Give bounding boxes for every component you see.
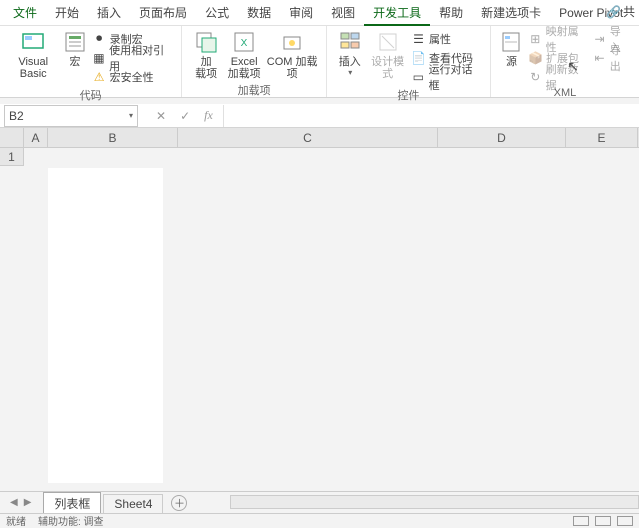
insert-function-button[interactable]: fx — [204, 108, 213, 123]
insert-control-button[interactable]: 插入 ▾ — [333, 28, 366, 77]
addins-button[interactable]: 加载项 — [188, 28, 224, 80]
view-normal-button[interactable] — [573, 516, 589, 526]
sheet-nav-prev[interactable]: ◀ — [10, 497, 18, 508]
design-mode-icon — [376, 30, 400, 54]
relative-ref-button[interactable]: ▦ 使用相对引用 — [90, 49, 176, 66]
column-headers: A B C D E — [24, 128, 639, 148]
com-addins-button[interactable]: COM 加载项 — [264, 28, 320, 80]
tab-review[interactable]: 审阅 — [280, 0, 322, 26]
col-header[interactable]: E — [566, 128, 638, 147]
xml-source-button[interactable]: 源 — [497, 28, 526, 68]
chevron-down-icon[interactable]: ▾ — [129, 111, 133, 120]
cancel-formula-button[interactable]: ✕ — [156, 109, 166, 123]
map-properties-button[interactable]: ⊞ 映射属性 — [526, 30, 590, 47]
view-pagelayout-button[interactable] — [595, 516, 611, 526]
tab-layout[interactable]: 页面布局 — [130, 0, 196, 26]
chevron-down-icon: ▾ — [348, 68, 352, 77]
row-header[interactable]: 1 — [0, 148, 24, 166]
tab-file[interactable]: 文件 — [4, 0, 46, 26]
map-properties-icon: ⊞ — [528, 31, 543, 46]
group-controls: 插入 ▾ 设计模式 ☰ 属性 📄 查看代码 ▭ — [327, 26, 491, 97]
sheet-tab-2[interactable]: Sheet4 — [103, 494, 163, 513]
visual-basic-icon — [21, 30, 45, 54]
tab-data[interactable]: 数据 — [238, 0, 280, 26]
status-bar: 就绪 辅助功能: 调查 — [0, 513, 639, 527]
row-headers: 1 — [0, 148, 24, 166]
macros-icon — [63, 30, 87, 54]
relative-ref-icon: ▦ — [92, 50, 107, 65]
properties-icon: ☰ — [411, 31, 426, 46]
tab-newtab[interactable]: 新建选项卡 — [472, 0, 550, 26]
group-label-controls: 控件 — [398, 85, 420, 105]
tab-view[interactable]: 视图 — [322, 0, 364, 26]
excel-addins-icon: X — [232, 30, 256, 54]
refresh-data-button[interactable]: ↻ 刷新数据 — [526, 68, 590, 85]
group-addins: 加载项 X Excel加载项 COM 加载项 加载项 — [182, 26, 327, 97]
formula-bar: B2 ▾ ✕ ✓ fx — [0, 104, 639, 128]
group-label-code: 代码 — [80, 85, 102, 105]
name-box[interactable]: B2 ▾ — [4, 105, 138, 127]
share-label: 共 — [623, 3, 635, 20]
macro-security-button[interactable]: ⚠ 宏安全性 — [90, 68, 176, 85]
macros-button[interactable]: 宏 — [60, 28, 89, 68]
sheet-nav-next[interactable]: ▶ — [24, 497, 32, 508]
tab-home[interactable]: 开始 — [46, 0, 88, 26]
enter-formula-button[interactable]: ✓ — [180, 109, 190, 123]
tab-formulas[interactable]: 公式 — [196, 0, 238, 26]
tab-help[interactable]: 帮助 — [430, 0, 472, 26]
properties-button[interactable]: ☰ 属性 — [409, 30, 484, 47]
ribbon: Visual Basic 宏 ⏺ 录制宏 ▦ 使用相对引用 ⚠ — [0, 26, 639, 98]
share-button[interactable]: 🔗 共 — [606, 3, 635, 20]
white-object[interactable] — [48, 168, 163, 483]
sheet-tab-1[interactable]: 列表框 — [43, 492, 101, 516]
insert-control-icon — [338, 30, 362, 54]
svg-text:X: X — [241, 38, 248, 49]
com-addins-icon — [280, 30, 304, 54]
group-label-addins: 加载项 — [238, 80, 271, 100]
col-header[interactable]: A — [24, 128, 48, 147]
export-icon: ⇤ — [592, 50, 607, 65]
share-icon: 🔗 — [606, 5, 621, 19]
tab-insert[interactable]: 插入 — [88, 0, 130, 26]
refresh-icon: ↻ — [528, 69, 543, 84]
formula-input[interactable] — [223, 105, 639, 127]
excel-addins-button[interactable]: X Excel加载项 — [224, 28, 264, 80]
col-header[interactable]: B — [48, 128, 178, 147]
run-dialog-icon: ▭ — [411, 69, 426, 84]
design-mode-button[interactable]: 设计模式 — [366, 28, 409, 80]
import-icon: ⇥ — [592, 31, 607, 46]
group-code: Visual Basic 宏 ⏺ 录制宏 ▦ 使用相对引用 ⚠ — [0, 26, 182, 97]
name-box-value: B2 — [9, 109, 24, 123]
security-icon: ⚠ — [92, 69, 107, 84]
addins-icon — [194, 30, 218, 54]
view-pagebreak-button[interactable] — [617, 516, 633, 526]
tab-developer[interactable]: 开发工具 — [364, 0, 430, 26]
horizontal-scrollbar[interactable] — [230, 491, 639, 513]
spreadsheet-grid[interactable]: A B C D E 1 — [0, 128, 639, 502]
visual-basic-button[interactable]: Visual Basic — [6, 28, 60, 80]
expansion-icon: 📦 — [528, 50, 543, 65]
xml-source-icon — [499, 30, 523, 54]
ribbon-tabs: 文件 开始 插入 页面布局 公式 数据 审阅 视图 开发工具 帮助 新建选项卡 … — [0, 0, 639, 26]
view-code-icon: 📄 — [411, 50, 426, 65]
col-header[interactable]: C — [178, 128, 438, 147]
xml-export-button[interactable]: ⇤ 导出 — [590, 49, 633, 66]
col-header[interactable]: D — [438, 128, 566, 147]
add-sheet-button[interactable]: ＋ — [171, 495, 187, 511]
select-all-corner[interactable] — [0, 128, 24, 148]
run-dialog-button[interactable]: ▭ 运行对话框 — [409, 68, 484, 85]
status-ready: 就绪 — [6, 513, 26, 528]
cells-area[interactable] — [24, 148, 639, 502]
status-accessibility: 辅助功能: 调查 — [38, 513, 104, 528]
record-icon: ⏺ — [92, 31, 107, 46]
group-xml: 源 ⊞ 映射属性 📦 扩展包 ↻ 刷新数据 ⇥ 导入 — [491, 26, 639, 97]
